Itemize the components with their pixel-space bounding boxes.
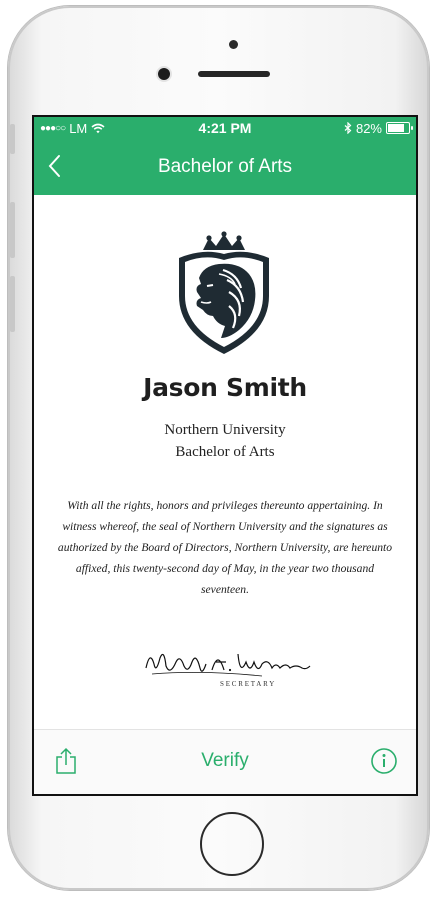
degree-name: Bachelor of Arts (175, 444, 275, 460)
info-icon (371, 748, 397, 774)
wifi-icon (91, 123, 105, 133)
app-screen: ●●●○○ LM 4:21 PM 82% Bachelor of Arts Ja… (34, 117, 416, 794)
certificate-view: Jason Smith Northern University Bachelor… (34, 195, 416, 730)
status-left: ●●●○○ LM (40, 121, 105, 136)
volume-down-button (10, 276, 15, 332)
info-button[interactable] (370, 747, 398, 775)
chevron-left-icon (48, 155, 60, 177)
status-right: 82% (344, 120, 413, 136)
bottom-toolbar: Verify (34, 729, 416, 794)
volume-up-button (10, 202, 15, 258)
signer-title: SECRETARY (220, 680, 277, 688)
certificate-body-text: With all the rights, honors and privileg… (57, 499, 393, 596)
recipient-name: Jason Smith (143, 373, 307, 402)
page-title: Bachelor of Arts (157, 156, 293, 177)
signature-image (145, 653, 311, 677)
front-camera (158, 68, 170, 80)
home-button[interactable] (200, 812, 264, 876)
proximity-sensor (229, 40, 238, 49)
navigation-bar: Bachelor of Arts (34, 139, 416, 195)
battery-percent: 82% (355, 120, 382, 136)
back-button[interactable] (44, 151, 70, 181)
earpiece-speaker (198, 71, 270, 77)
battery-level (388, 124, 404, 132)
status-bar: ●●●○○ LM 4:21 PM 82% (34, 117, 416, 139)
signal-strength: ●●●○○ (40, 122, 66, 134)
institution-name: Northern University (164, 422, 286, 438)
carrier-name: LM (69, 120, 88, 136)
lion-shield-crest-icon (179, 231, 269, 354)
bluetooth-icon (344, 122, 352, 134)
battery-icon (386, 122, 413, 134)
verify-button[interactable]: Verify (34, 750, 416, 772)
mute-switch (10, 124, 15, 154)
